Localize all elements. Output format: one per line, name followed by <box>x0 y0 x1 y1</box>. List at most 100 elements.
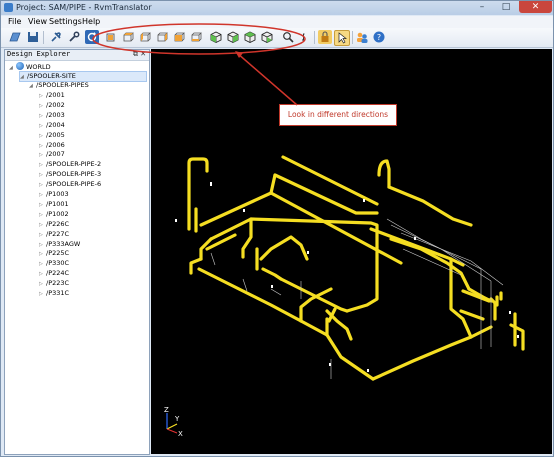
users-icon <box>357 32 368 43</box>
expand-icon[interactable]: ▷ <box>39 112 46 121</box>
refresh-button[interactable] <box>85 30 99 44</box>
tree-node[interactable]: ▷/2006 <box>39 141 65 150</box>
view-right-icon <box>157 32 168 42</box>
tree-node[interactable]: ▷/P1003 <box>39 190 69 199</box>
tree-node[interactable]: ▷/SPOOLER-PIPE-6 <box>39 180 101 189</box>
rotate-button[interactable] <box>298 30 312 44</box>
view-back-button[interactable] <box>121 30 135 44</box>
view-bottom-icon <box>191 32 202 42</box>
iso-view-2-icon <box>227 31 239 44</box>
maximize-button[interactable]: □ <box>495 1 517 13</box>
view-front-button[interactable] <box>104 30 118 44</box>
iso-view-2-button[interactable] <box>226 30 240 44</box>
close-button[interactable]: ✕ <box>519 1 552 13</box>
view-back-icon <box>123 32 134 42</box>
view-top-button[interactable] <box>172 30 186 44</box>
lock-icon <box>321 31 329 42</box>
menu-file[interactable]: File <box>8 17 21 26</box>
tree-node-zone[interactable]: ◢/SPOOLER-PIPES <box>29 81 89 90</box>
expand-icon[interactable]: ▷ <box>39 201 46 210</box>
menu-settings[interactable]: Settings <box>49 17 82 26</box>
view-top-icon <box>174 32 185 42</box>
save-icon <box>28 32 38 42</box>
iso-view-3-icon <box>244 31 256 44</box>
axis-triad: Y X Z <box>164 406 183 438</box>
tree-node[interactable]: ▷/2002 <box>39 101 65 110</box>
tree-node[interactable]: ▷/2005 <box>39 131 65 140</box>
tree-node[interactable]: ▷/P227C <box>39 230 69 239</box>
view-right-button[interactable] <box>155 30 169 44</box>
tree-node[interactable]: ▷/P223C <box>39 279 69 288</box>
view-front-icon <box>106 33 115 42</box>
help-button[interactable]: ? <box>372 30 386 44</box>
iso-view-3-button[interactable] <box>243 30 257 44</box>
open-button[interactable] <box>8 30 22 44</box>
tree-label-world: WORLD <box>26 63 51 71</box>
expand-icon[interactable]: ▷ <box>39 211 46 220</box>
expand-icon[interactable]: ▷ <box>39 92 46 101</box>
expand-icon[interactable]: ◢ <box>9 64 16 73</box>
expand-icon[interactable]: ▷ <box>39 241 46 250</box>
expand-icon[interactable]: ▷ <box>39 280 46 289</box>
wrench-icon <box>69 31 80 42</box>
tree-node[interactable]: ▷/P224C <box>39 269 69 278</box>
tree-label: /SPOOLER-PIPE-2 <box>46 160 102 169</box>
tree-node[interactable]: ▷/P333AGW <box>39 240 80 249</box>
expand-icon[interactable]: ▷ <box>39 191 46 200</box>
minimize-button[interactable]: – <box>471 1 493 13</box>
tree-node[interactable]: ▷/P1002 <box>39 210 69 219</box>
tree-label: /P224C <box>46 269 70 278</box>
expand-icon[interactable]: ▷ <box>39 270 46 279</box>
panel-header: Design Explorer ⧉ ✕ <box>5 50 149 61</box>
iso-view-4-button[interactable] <box>260 30 274 44</box>
lock-button[interactable] <box>318 30 332 44</box>
tree-node[interactable]: ▷/P331C <box>39 289 69 298</box>
tree-label: /2004 <box>46 120 65 129</box>
refresh-icon <box>87 32 97 42</box>
expand-icon[interactable]: ▷ <box>39 142 46 151</box>
expand-icon[interactable]: ▷ <box>39 231 46 240</box>
panel-title: Design Explorer <box>7 50 71 58</box>
expand-icon[interactable]: ▷ <box>39 250 46 259</box>
tree-node[interactable]: ▷/P225C <box>39 249 69 258</box>
tree-node[interactable]: ▷/2003 <box>39 111 65 120</box>
expand-icon[interactable]: ◢ <box>20 73 27 82</box>
tree-label: /2003 <box>46 110 65 119</box>
tree-node-world[interactable]: ◢ WORLD <box>9 62 51 71</box>
iso-view-1-button[interactable] <box>209 30 223 44</box>
tree-label: /P225C <box>46 249 70 258</box>
tree-node[interactable]: ▷/2007 <box>39 150 65 159</box>
view-left-button[interactable] <box>138 30 152 44</box>
tree-node[interactable]: ▷/SPOOLER-PIPE-3 <box>39 170 101 179</box>
wrench-button[interactable] <box>67 30 81 44</box>
expand-icon[interactable]: ▷ <box>39 290 46 299</box>
tree-node[interactable]: ▷/2004 <box>39 121 65 130</box>
tree-label: /P1003 <box>46 190 69 198</box>
users-button[interactable] <box>355 30 369 44</box>
pin-button[interactable] <box>49 30 63 44</box>
expand-icon[interactable]: ▷ <box>39 132 46 141</box>
menu-help[interactable]: Help <box>82 17 100 26</box>
save-button[interactable] <box>26 30 40 44</box>
expand-icon[interactable]: ▷ <box>39 171 46 180</box>
tree-node[interactable]: ▷/P330C <box>39 259 69 268</box>
expand-icon[interactable]: ▷ <box>39 161 46 170</box>
tree-label: /P226C <box>46 219 70 228</box>
expand-icon[interactable]: ▷ <box>39 181 46 190</box>
tree-label-site: /SPOOLER-SITE <box>27 72 76 80</box>
expand-icon[interactable]: ▷ <box>39 102 46 111</box>
zoom-button[interactable] <box>281 30 295 44</box>
tree-node[interactable]: ▷/P1001 <box>39 200 69 209</box>
expand-icon[interactable]: ▷ <box>39 260 46 269</box>
select-button[interactable] <box>334 30 350 46</box>
expand-icon[interactable]: ▷ <box>39 221 46 230</box>
tree-node[interactable]: ▷/2001 <box>39 91 65 100</box>
view-bottom-button[interactable] <box>189 30 203 44</box>
tree-node[interactable]: ▷/SPOOLER-PIPE-2 <box>39 160 101 169</box>
expand-icon[interactable]: ◢ <box>29 82 36 91</box>
expand-icon[interactable]: ▷ <box>39 122 46 131</box>
panel-dock-buttons[interactable]: ⧉ ✕ <box>133 50 146 59</box>
expand-icon[interactable]: ▷ <box>39 151 46 160</box>
menu-view[interactable]: View <box>28 17 47 26</box>
tree-node[interactable]: ▷/P226C <box>39 220 69 229</box>
